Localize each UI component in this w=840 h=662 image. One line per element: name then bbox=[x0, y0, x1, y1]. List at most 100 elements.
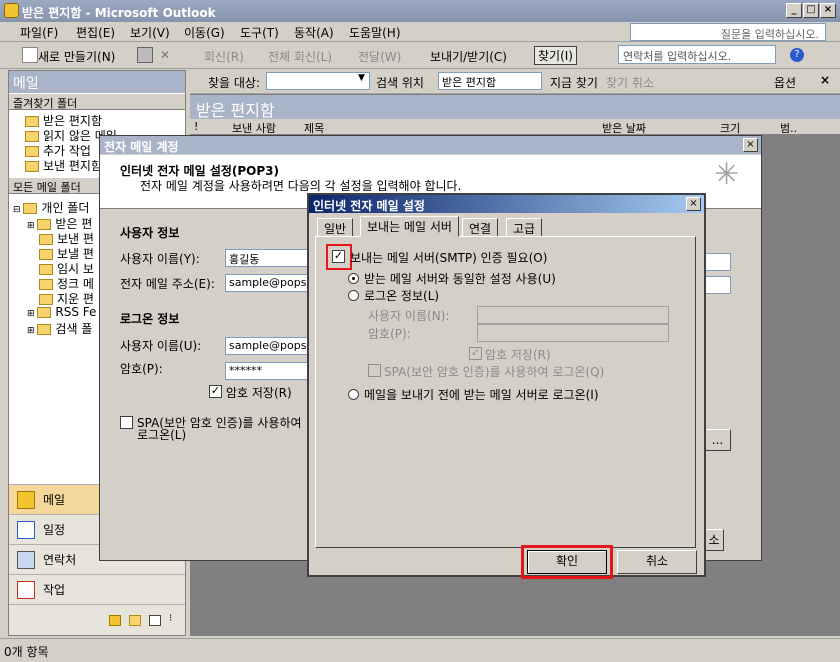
remember-password-checkbox[interactable]: ✓ bbox=[469, 347, 482, 360]
configure-buttons-icon[interactable]: ⁝ bbox=[169, 613, 172, 624]
find-bar: 찾을 대상: ▼ 검색 위치 받은 편지함 지금 찾기 찾기 취소 옵션 × bbox=[190, 70, 840, 94]
logon-using-label: 로그온 정보(L) bbox=[364, 289, 440, 303]
favorites-header: 즐겨찾기 폴더 bbox=[9, 93, 185, 110]
tab-connection[interactable]: 연결 bbox=[462, 218, 499, 236]
tree-search[interactable]: ⊞ 검색 폴 bbox=[27, 320, 92, 337]
account-field-right-2[interactable] bbox=[704, 276, 731, 294]
contacts-search-input[interactable]: 연락처를 입력하십시오. bbox=[618, 45, 776, 64]
mail-icon bbox=[17, 491, 35, 509]
send-receive-button[interactable]: 보내기/받기(C) bbox=[430, 48, 507, 65]
minimize-button[interactable]: _ bbox=[786, 3, 802, 18]
col-importance[interactable]: ! bbox=[194, 120, 198, 133]
new-mail-icon bbox=[22, 47, 38, 63]
find-target-input[interactable] bbox=[266, 72, 370, 90]
menu-file[interactable]: 파일(F) bbox=[20, 24, 58, 41]
account-dialog-title: 전자 메일 계정 bbox=[100, 136, 761, 154]
shortcuts-icon[interactable] bbox=[149, 615, 161, 626]
user-name-input[interactable]: 홍길동 bbox=[225, 249, 309, 267]
same-settings-radio[interactable] bbox=[348, 273, 359, 284]
password-input[interactable]: ****** bbox=[225, 362, 309, 380]
clear-search-button[interactable]: 찾기 취소 bbox=[606, 74, 654, 91]
folder-icon bbox=[39, 249, 53, 260]
cancel-button[interactable]: 취소 bbox=[617, 550, 697, 574]
maximize-button[interactable]: □ bbox=[803, 3, 819, 18]
nav-shortcut-bar: ⁝ bbox=[9, 604, 185, 635]
tab-advanced[interactable]: 고급 bbox=[506, 218, 543, 236]
ok-button[interactable]: 확인 bbox=[527, 550, 607, 574]
settings-dialog-close-button[interactable]: × bbox=[686, 197, 701, 211]
account-field-right-1[interactable] bbox=[704, 253, 731, 271]
col-subject[interactable]: 제목 bbox=[304, 120, 324, 136]
email-address-input[interactable]: sample@pops bbox=[225, 274, 309, 292]
chevron-down-icon[interactable]: ▼ bbox=[358, 73, 365, 83]
folder-list-icon[interactable] bbox=[129, 615, 141, 626]
folder-icon bbox=[39, 264, 53, 275]
status-bar: 0개 항목 bbox=[0, 638, 840, 662]
folder-icon bbox=[25, 131, 39, 142]
user-name-label: 사용자 이름(Y): bbox=[120, 252, 200, 266]
nav-tasks-button[interactable]: 작업 bbox=[9, 574, 185, 604]
menu-tools[interactable]: 도구(T) bbox=[240, 24, 279, 41]
folder-icon bbox=[25, 146, 39, 157]
print-icon[interactable] bbox=[137, 47, 153, 63]
tab-general[interactable]: 일반 bbox=[317, 218, 354, 236]
account-dialog-close-button[interactable]: × bbox=[743, 138, 758, 152]
tasks-icon bbox=[17, 581, 35, 599]
search-location-value[interactable]: 받은 편지함 bbox=[438, 72, 542, 90]
standard-toolbar: 새로 만들기(N) ✕ 회신(R) 전체 회신(L) 전달(W) 보내기/받기(… bbox=[0, 42, 840, 69]
spa-checkbox[interactable] bbox=[120, 416, 133, 429]
folder-icon bbox=[39, 279, 53, 290]
close-button[interactable]: × bbox=[820, 3, 836, 18]
col-category[interactable]: 범.. bbox=[780, 120, 797, 136]
logon-user-input[interactable]: sample@pops bbox=[225, 337, 309, 355]
menu-help[interactable]: 도움말(H) bbox=[349, 24, 401, 41]
menu-edit[interactable]: 편집(E) bbox=[76, 24, 115, 41]
remember-password-label: 암호 저장(R) bbox=[485, 348, 551, 362]
more-settings-button[interactable]: ... bbox=[704, 429, 731, 451]
col-from[interactable]: 보낸 사람 bbox=[232, 120, 276, 136]
find-now-button[interactable]: 지금 찾기 bbox=[550, 74, 598, 91]
outgoing-password-input[interactable] bbox=[477, 324, 669, 342]
message-list-columns: ! 보낸 사람 제목 받은 날짜 크기 범.. bbox=[190, 119, 840, 135]
menu-actions[interactable]: 동작(A) bbox=[294, 24, 334, 41]
notes-icon[interactable] bbox=[109, 615, 121, 626]
tab-outgoing-server[interactable]: 보내는 메일 서버 bbox=[360, 216, 459, 237]
new-button[interactable]: 새로 만들기(N) bbox=[38, 48, 115, 65]
forward-button[interactable]: 전달(W) bbox=[358, 48, 401, 65]
spa-label-2: 로그온(L) bbox=[137, 428, 187, 442]
reply-button[interactable]: 회신(R) bbox=[204, 48, 244, 65]
find-button[interactable]: 찾기(I) bbox=[534, 46, 577, 65]
menu-view[interactable]: 보기(V) bbox=[130, 24, 170, 41]
save-password-checkbox[interactable]: ✓ bbox=[209, 385, 222, 398]
help-question-input[interactable]: 질문을 입력하십시오. bbox=[630, 23, 826, 41]
contacts-icon bbox=[17, 551, 35, 569]
logon-before-radio[interactable] bbox=[348, 389, 359, 400]
search-location-label[interactable]: 검색 위치 bbox=[376, 74, 424, 91]
outgoing-user-name-input[interactable] bbox=[477, 306, 669, 324]
reply-all-button[interactable]: 전체 회신(L) bbox=[268, 48, 332, 65]
calendar-icon bbox=[17, 521, 35, 539]
outgoing-server-tab-panel: ✓ 보내는 메일 서버(SMTP) 인증 필요(O) 받는 메일 서버와 동일한… bbox=[315, 236, 696, 548]
options-button[interactable]: 옵션 bbox=[774, 74, 796, 91]
outgoing-user-name-label: 사용자 이름(N): bbox=[368, 309, 450, 323]
window-title: 받은 편지함 - Microsoft Outlook bbox=[22, 6, 216, 20]
outgoing-password-label: 암호(P): bbox=[368, 327, 411, 341]
close-find-icon[interactable]: × bbox=[820, 73, 830, 87]
cursor-sparkle-icon: ✳ bbox=[714, 157, 740, 192]
folder-icon bbox=[39, 294, 53, 305]
smtp-auth-checkbox[interactable]: ✓ bbox=[332, 250, 345, 263]
folder-icon bbox=[37, 307, 52, 318]
personal-folders[interactable]: ⊟ 개인 폴더 bbox=[13, 199, 89, 216]
account-next-button[interactable]: 소 bbox=[704, 529, 724, 551]
delete-icon[interactable]: ✕ bbox=[160, 48, 170, 62]
col-size[interactable]: 크기 bbox=[720, 120, 740, 136]
help-icon[interactable]: ? bbox=[790, 48, 804, 62]
nav-header: 메일 bbox=[9, 71, 185, 93]
smtp-auth-label: 보내는 메일 서버(SMTP) 인증 필요(O) bbox=[350, 251, 548, 265]
tree-rss[interactable]: ⊞ RSS Fe bbox=[27, 305, 96, 319]
menu-go[interactable]: 이동(G) bbox=[184, 24, 225, 41]
logon-using-radio[interactable] bbox=[348, 290, 359, 301]
favorite-sent[interactable]: 보낸 편지함 bbox=[25, 157, 102, 174]
outgoing-spa-checkbox[interactable] bbox=[368, 364, 381, 377]
col-received[interactable]: 받은 날짜 bbox=[602, 120, 646, 136]
